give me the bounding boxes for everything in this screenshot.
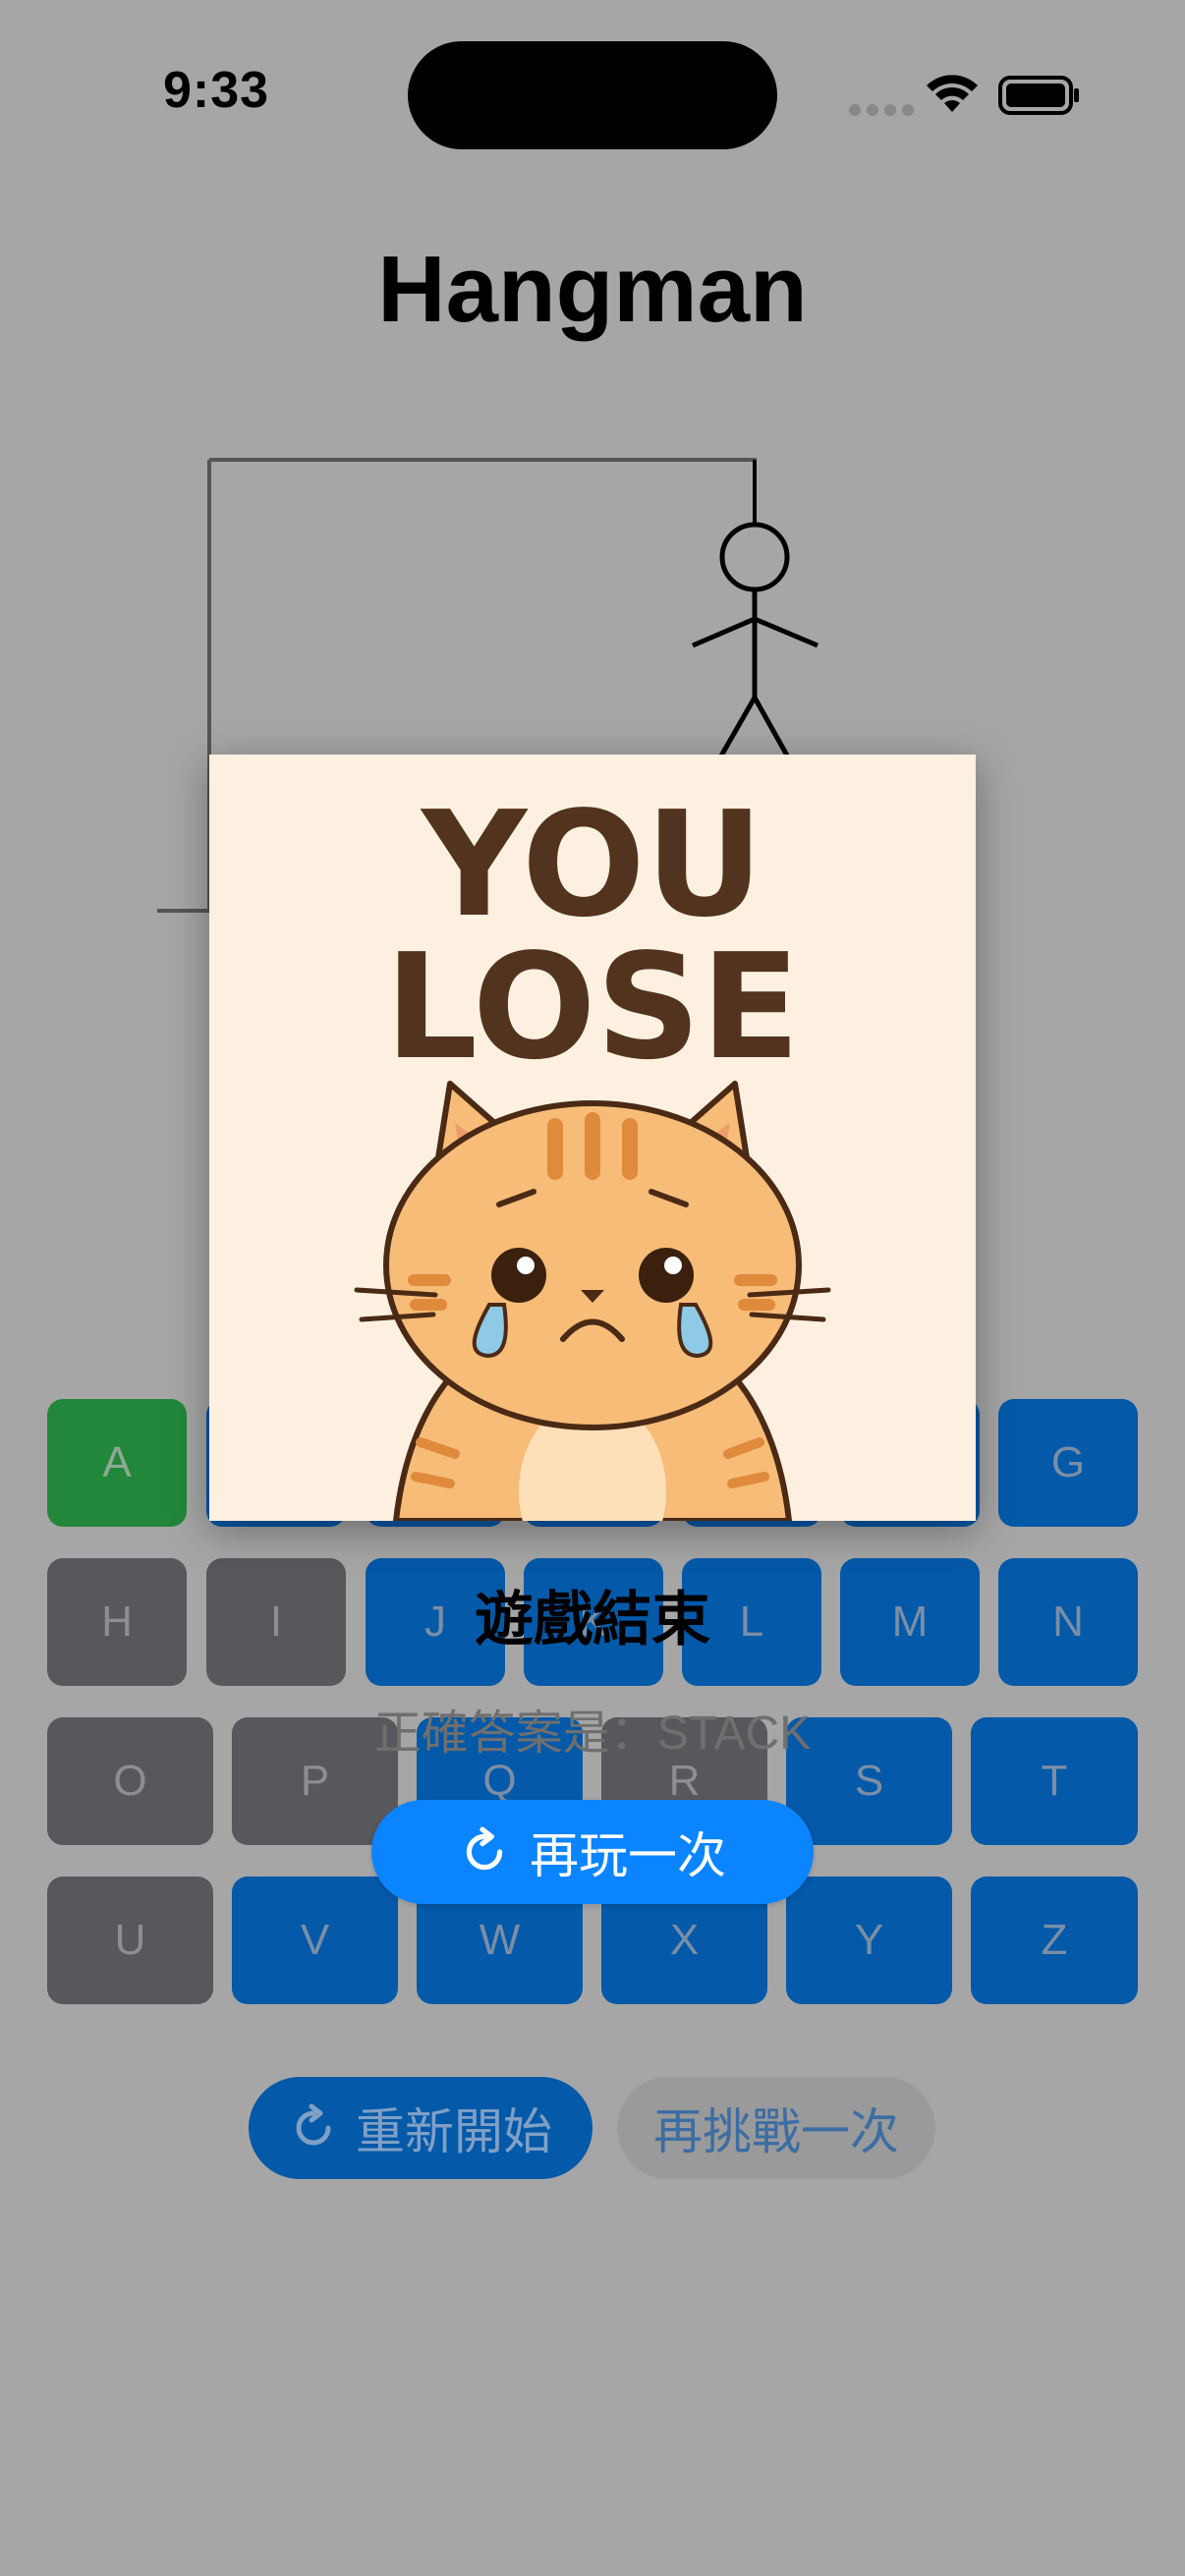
key-v[interactable]: V — [232, 1876, 398, 2004]
restart-button[interactable]: 重新開始 — [249, 2077, 592, 2179]
key-u[interactable]: U — [47, 1876, 213, 2004]
hangman-left-arm — [692, 616, 756, 648]
cellular-signal-icon — [849, 104, 914, 116]
correct-answer-text: 正確答案是：STACK — [373, 1708, 812, 1760]
key-g[interactable]: G — [998, 1399, 1138, 1527]
restart-label: 重新開始 — [356, 2104, 552, 2159]
hangman-right-arm — [754, 616, 818, 648]
page-title: Hangman — [377, 237, 808, 342]
you-lose-image: YOU LOSE — [209, 755, 976, 1521]
retry-label: 再挑戰一次 — [653, 2104, 899, 2159]
play-again-button[interactable]: 再玩一次 — [371, 1800, 814, 1904]
status-time: 9:33 — [163, 62, 270, 119]
game-over-title: 遊戲結束 — [475, 1587, 710, 1652]
dynamic-island — [408, 41, 777, 149]
wifi-icon — [927, 75, 978, 112]
play-again-label: 再玩一次 — [530, 1828, 726, 1883]
arrow-clockwise-icon — [296, 2103, 331, 2146]
key-a[interactable]: A — [47, 1399, 187, 1527]
key-y[interactable]: Y — [786, 1876, 952, 2004]
image-text-lose: LOSE — [385, 923, 801, 1092]
battery-icon — [998, 76, 1079, 115]
game-screen: 9:33 Hangman A B C D E F G H I J K L M N — [0, 0, 1185, 2576]
hangman-head — [719, 522, 790, 592]
arrow-clockwise-icon — [466, 1826, 503, 1871]
key-z[interactable]: Z — [971, 1876, 1138, 2004]
retry-button[interactable]: 再挑戰一次 — [617, 2077, 935, 2179]
